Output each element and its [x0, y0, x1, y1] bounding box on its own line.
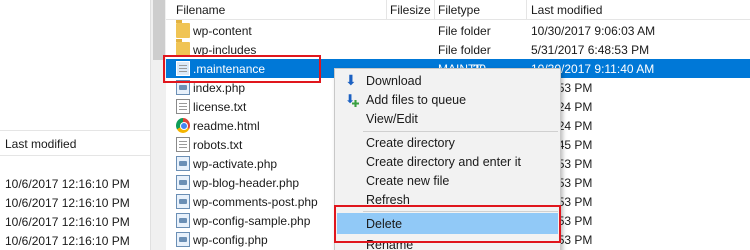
menu-item-add-to-queue[interactable]: ⬇ Add files to queue	[337, 90, 558, 109]
local-row-modified[interactable]: 10/6/2017 12:16:10 PM	[5, 177, 130, 191]
local-row-modified[interactable]: 10/6/2017 12:16:10 PM	[5, 234, 130, 248]
column-header-last-modified[interactable]: Last modified	[531, 3, 602, 17]
scrollbar-thumb[interactable]	[153, 0, 165, 60]
text-file-icon	[176, 137, 190, 152]
menu-item-label: Add files to queue	[366, 93, 467, 107]
column-header-filesize[interactable]: Filesize	[390, 3, 431, 17]
menu-separator	[363, 131, 558, 132]
folder-icon	[176, 20, 190, 38]
file-type: File folder	[438, 24, 491, 38]
php-file-icon	[176, 156, 190, 171]
php-file-icon	[176, 194, 190, 209]
menu-item-create-new-file[interactable]: Create new file	[337, 171, 558, 190]
file-name: wp-blog-header.php	[193, 176, 300, 190]
menu-item-view-edit[interactable]: View/Edit	[337, 109, 558, 128]
php-file-icon	[176, 213, 190, 228]
context-menu: ⬇ Download ⬇ Add files to queue View/Edi…	[334, 68, 561, 250]
menu-item-create-directory[interactable]: Create directory	[337, 133, 558, 152]
menu-item-rename[interactable]: Rename	[337, 235, 558, 250]
file-row-wp-includes[interactable]: wp-includes File folder 5/31/2017 6:48:5…	[166, 39, 750, 59]
local-column-header-last-modified[interactable]: Last modified	[0, 130, 150, 156]
file-name: index.php	[193, 81, 246, 95]
column-header-filename[interactable]: Filename	[176, 3, 225, 17]
menu-item-label: Download	[366, 74, 422, 88]
file-name: readme.html	[193, 119, 260, 133]
download-arrow-icon: ⬇	[345, 72, 357, 88]
add-to-queue-icon: ⬇	[345, 92, 359, 107]
menu-item-label: Rename	[366, 238, 414, 250]
menu-item-label: Refresh	[366, 193, 410, 207]
php-file-icon	[176, 80, 190, 95]
chrome-icon	[176, 118, 190, 133]
file-row-wp-content[interactable]: wp-content File folder 10/30/2017 9:06:0…	[166, 20, 750, 40]
file-name: wp-content	[193, 24, 252, 38]
menu-item-download[interactable]: ⬇ Download	[337, 71, 558, 90]
file-name: wp-comments-post.php	[193, 195, 318, 209]
file-name: wp-config.php	[193, 233, 268, 247]
menu-item-label: Create directory	[366, 136, 455, 150]
file-name: wp-activate.php	[193, 157, 278, 171]
column-divider[interactable]	[526, 0, 527, 20]
file-name: wp-includes	[193, 43, 257, 57]
file-name: wp-config-sample.php	[193, 214, 311, 228]
column-divider[interactable]	[386, 0, 387, 20]
local-file-pane[interactable]: Last modified 10/6/2017 12:16:10 PM 10/6…	[0, 0, 150, 250]
local-row-modified[interactable]: 10/6/2017 12:16:10 PM	[5, 196, 130, 210]
pane-splitter-scrollbar[interactable]	[150, 0, 166, 250]
file-modified: 5/31/2017 6:48:53 PM	[531, 43, 650, 57]
file-type: File folder	[438, 43, 491, 57]
file-icon	[176, 61, 190, 76]
file-name: license.txt	[193, 100, 247, 114]
text-file-icon	[176, 99, 190, 114]
php-file-icon	[176, 175, 190, 190]
local-column-header-label: Last modified	[5, 137, 77, 151]
php-file-icon	[176, 232, 190, 247]
folder-icon	[176, 39, 190, 57]
menu-separator	[363, 211, 558, 212]
local-pane-upper-area	[0, 0, 150, 130]
file-name: .maintenance	[193, 62, 266, 76]
column-header-filetype[interactable]: Filetype	[438, 3, 480, 17]
menu-item-label: Delete	[366, 217, 403, 231]
remote-column-header: Filename Filesize Filetype Last modified	[166, 0, 750, 20]
column-divider[interactable]	[434, 0, 435, 20]
menu-item-refresh[interactable]: Refresh	[337, 190, 558, 209]
menu-item-create-directory-enter[interactable]: Create directory and enter it	[337, 152, 558, 171]
file-name: robots.txt	[193, 138, 243, 152]
menu-item-delete[interactable]: Delete	[337, 213, 558, 234]
file-modified: 10/30/2017 9:06:03 AM	[531, 24, 656, 38]
menu-item-label: View/Edit	[366, 112, 418, 126]
menu-item-label: Create new file	[366, 174, 450, 188]
menu-item-label: Create directory and enter it	[366, 155, 521, 169]
local-row-modified[interactable]: 10/6/2017 12:16:10 PM	[5, 215, 130, 229]
